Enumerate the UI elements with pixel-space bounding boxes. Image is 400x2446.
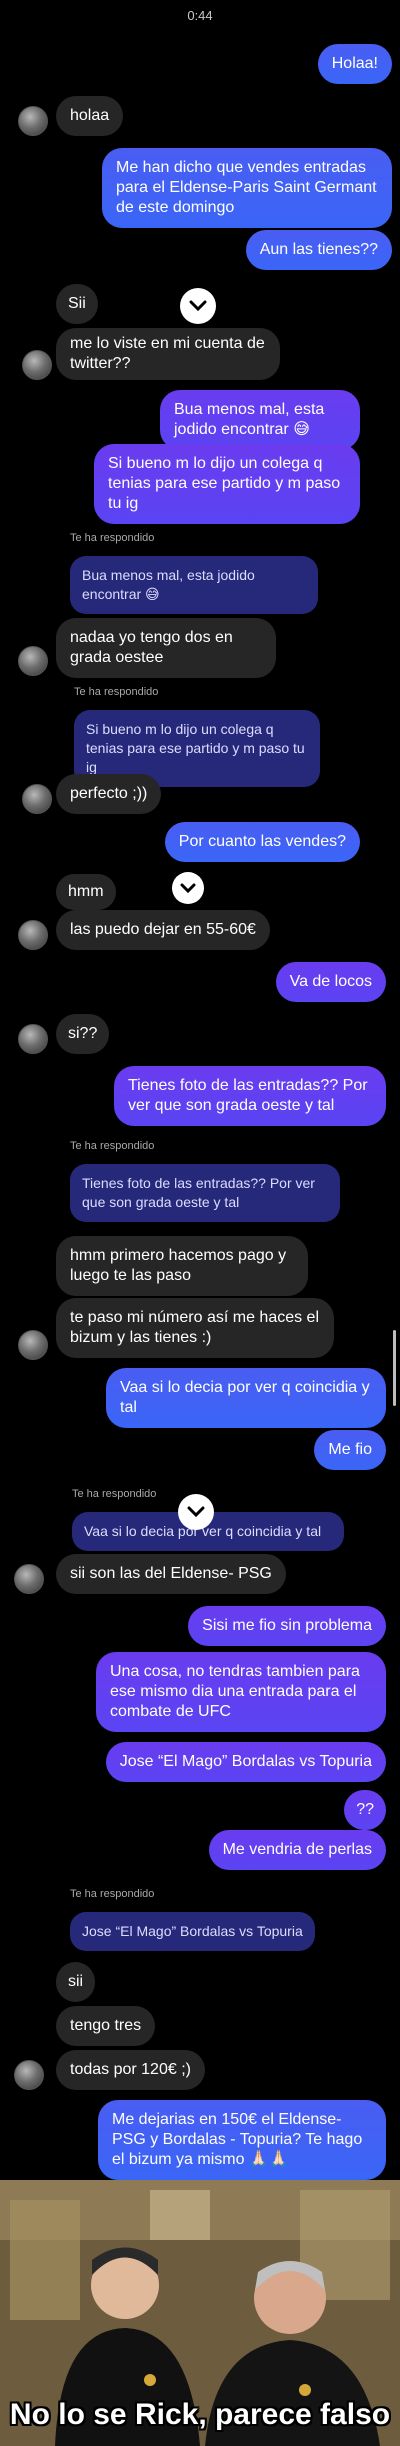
contact-avatar[interactable] xyxy=(22,784,52,814)
reply-quote[interactable]: Jose “El Mago” Bordalas vs Topuria xyxy=(70,1912,315,1951)
message-out[interactable]: Aun las tienes?? xyxy=(245,230,392,270)
message-out[interactable]: Me dejarias en 150€ el Eldense-PSG y Bor… xyxy=(98,2100,386,2180)
scroll-down-button[interactable] xyxy=(180,288,216,324)
reply-label: Te ha respondido xyxy=(72,1488,157,1500)
contact-avatar[interactable] xyxy=(14,1564,44,1594)
chevron-down-icon xyxy=(180,883,196,893)
contact-avatar[interactable] xyxy=(18,646,48,676)
message-in[interactable]: me lo viste en mi cuenta de twitter?? xyxy=(56,328,280,380)
contact-avatar[interactable] xyxy=(22,350,52,380)
message-out[interactable]: Holaa! xyxy=(317,44,392,84)
meme-caption: No lo se Rick, parece falso xyxy=(9,2398,391,2431)
message-out[interactable]: Me han dicho que vendes entradas para el… xyxy=(102,148,392,228)
meme-image: No lo se Rick, parece falso xyxy=(0,2180,400,2446)
message-in[interactable]: las puedo dejar en 55-60€ xyxy=(56,910,270,950)
message-out[interactable]: Vaa si lo decia por ver q coincidia y ta… xyxy=(106,1368,386,1428)
contact-avatar[interactable] xyxy=(18,1024,48,1054)
reply-label: Te ha respondido xyxy=(70,532,155,544)
message-in[interactable]: todas por 120€ ;) xyxy=(56,2050,205,2090)
contact-avatar[interactable] xyxy=(18,920,48,950)
contact-avatar[interactable] xyxy=(14,2060,44,2090)
message-in[interactable]: Sii xyxy=(56,284,98,324)
message-out[interactable]: ?? xyxy=(344,1790,386,1830)
message-in[interactable]: hmm primero hacemos pago y luego te las … xyxy=(56,1236,308,1296)
message-in[interactable]: sii son las del Eldense- PSG xyxy=(56,1554,286,1594)
message-in[interactable]: perfecto ;)) xyxy=(56,774,162,814)
message-in[interactable]: tengo tres xyxy=(56,2006,156,2046)
reply-quote[interactable]: Tienes foto de las entradas?? Por ver qu… xyxy=(70,1164,340,1222)
message-out[interactable]: Jose “El Mago” Bordalas vs Topuria xyxy=(105,1742,386,1782)
message-in[interactable]: si?? xyxy=(56,1014,110,1054)
reply-quote[interactable]: Bua menos mal, esta jodido encontrar 😅 xyxy=(70,556,318,614)
message-out[interactable]: Tienes foto de las entradas?? Por ver qu… xyxy=(114,1066,386,1126)
message-out[interactable]: Por cuanto las vendes? xyxy=(164,822,360,862)
chevron-down-icon xyxy=(187,1506,205,1518)
message-out[interactable]: Una cosa, no tendras tambien para ese mi… xyxy=(96,1652,386,1732)
message-out[interactable]: Me fio xyxy=(314,1430,386,1470)
message-out[interactable]: Va de locos xyxy=(275,962,386,1002)
message-out[interactable]: Sisi me fio sin problema xyxy=(188,1606,386,1646)
reply-label: Te ha respondido xyxy=(70,1888,155,1900)
contact-avatar[interactable] xyxy=(18,106,48,136)
scrollbar[interactable] xyxy=(393,1330,396,1406)
scroll-down-button[interactable] xyxy=(172,872,204,904)
contact-avatar[interactable] xyxy=(18,1330,48,1360)
message-out[interactable]: Me vendria de perlas xyxy=(208,1830,386,1870)
message-in[interactable]: te paso mi número así me haces el bizum … xyxy=(56,1298,334,1358)
scroll-down-button[interactable] xyxy=(178,1494,214,1530)
message-in[interactable]: sii xyxy=(56,1962,96,2002)
status-time: 0:44 xyxy=(187,8,213,23)
reply-label: Te ha respondido xyxy=(74,686,159,698)
message-out[interactable]: Si bueno m lo dijo un colega q tenias pa… xyxy=(94,444,360,524)
message-in[interactable]: holaa xyxy=(56,96,124,136)
chevron-down-icon xyxy=(189,300,207,312)
reply-label: Te ha respondido xyxy=(70,1140,155,1152)
message-out[interactable]: Bua menos mal, esta jodido encontrar 😅 xyxy=(160,390,360,450)
message-in[interactable]: hmm xyxy=(56,874,116,910)
message-in[interactable]: nadaa yo tengo dos en grada oestee xyxy=(56,618,276,678)
